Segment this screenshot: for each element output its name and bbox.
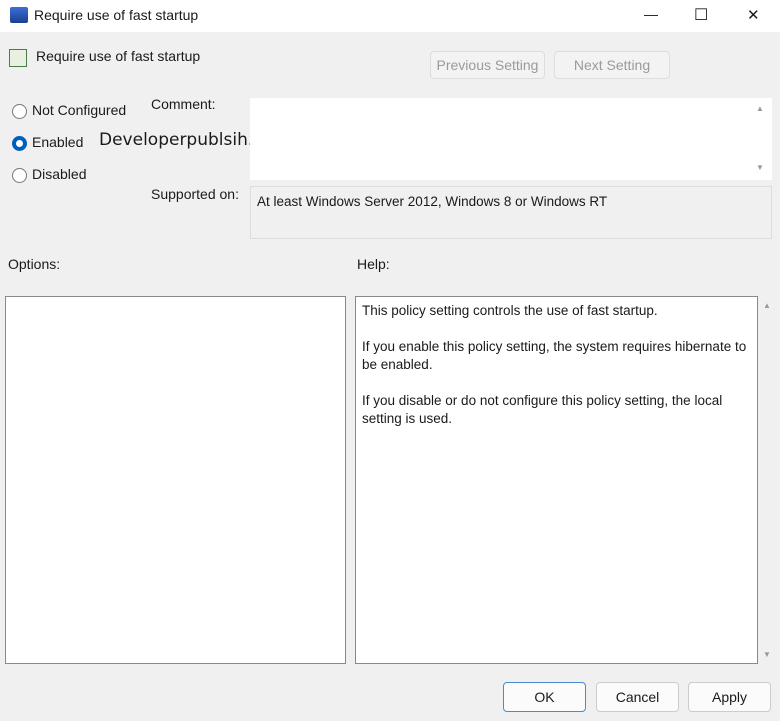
maximize-button[interactable]: ☐ — [694, 5, 708, 25]
radio-not-configured[interactable] — [12, 104, 27, 119]
label-not-configured[interactable]: Not Configured — [32, 102, 126, 118]
cancel-button[interactable]: Cancel — [596, 682, 679, 712]
radio-disabled[interactable] — [12, 168, 27, 183]
help-label: Help: — [357, 256, 390, 272]
help-paragraph: This policy setting controls the use of … — [362, 303, 658, 318]
supported-value: At least Windows Server 2012, Windows 8 … — [250, 186, 772, 239]
apply-button[interactable]: Apply — [688, 682, 771, 712]
radio-enabled[interactable] — [12, 136, 27, 151]
comment-textarea[interactable] — [250, 98, 772, 180]
close-button[interactable]: ✕ — [747, 6, 760, 24]
app-icon — [10, 7, 28, 23]
policy-icon — [9, 49, 27, 67]
ok-button[interactable]: OK — [503, 682, 586, 712]
help-paragraph: If you disable or do not configure this … — [362, 393, 723, 426]
comment-label: Comment: — [151, 96, 216, 112]
title-bar: Require use of fast startup — ☐ ✕ — [0, 0, 780, 32]
window-title: Require use of fast startup — [34, 7, 199, 23]
scroll-down-icon[interactable]: ▼ — [756, 163, 764, 172]
minimize-button[interactable]: — — [644, 6, 658, 22]
help-scroll-up-icon[interactable]: ▲ — [763, 301, 771, 310]
next-setting-button[interactable]: Next Setting — [554, 51, 670, 79]
label-disabled[interactable]: Disabled — [32, 166, 86, 182]
options-panel — [5, 296, 346, 664]
help-paragraph: If you enable this policy setting, the s… — [362, 339, 747, 372]
policy-title: Require use of fast startup — [36, 48, 201, 64]
options-label: Options: — [8, 256, 61, 272]
help-scroll-down-icon[interactable]: ▼ — [763, 650, 771, 659]
label-enabled[interactable]: Enabled — [32, 134, 83, 150]
scroll-up-icon[interactable]: ▲ — [756, 104, 764, 113]
previous-setting-button[interactable]: Previous Setting — [430, 51, 545, 79]
supported-label: Supported on: — [151, 186, 239, 202]
help-panel: This policy setting controls the use of … — [355, 296, 758, 664]
